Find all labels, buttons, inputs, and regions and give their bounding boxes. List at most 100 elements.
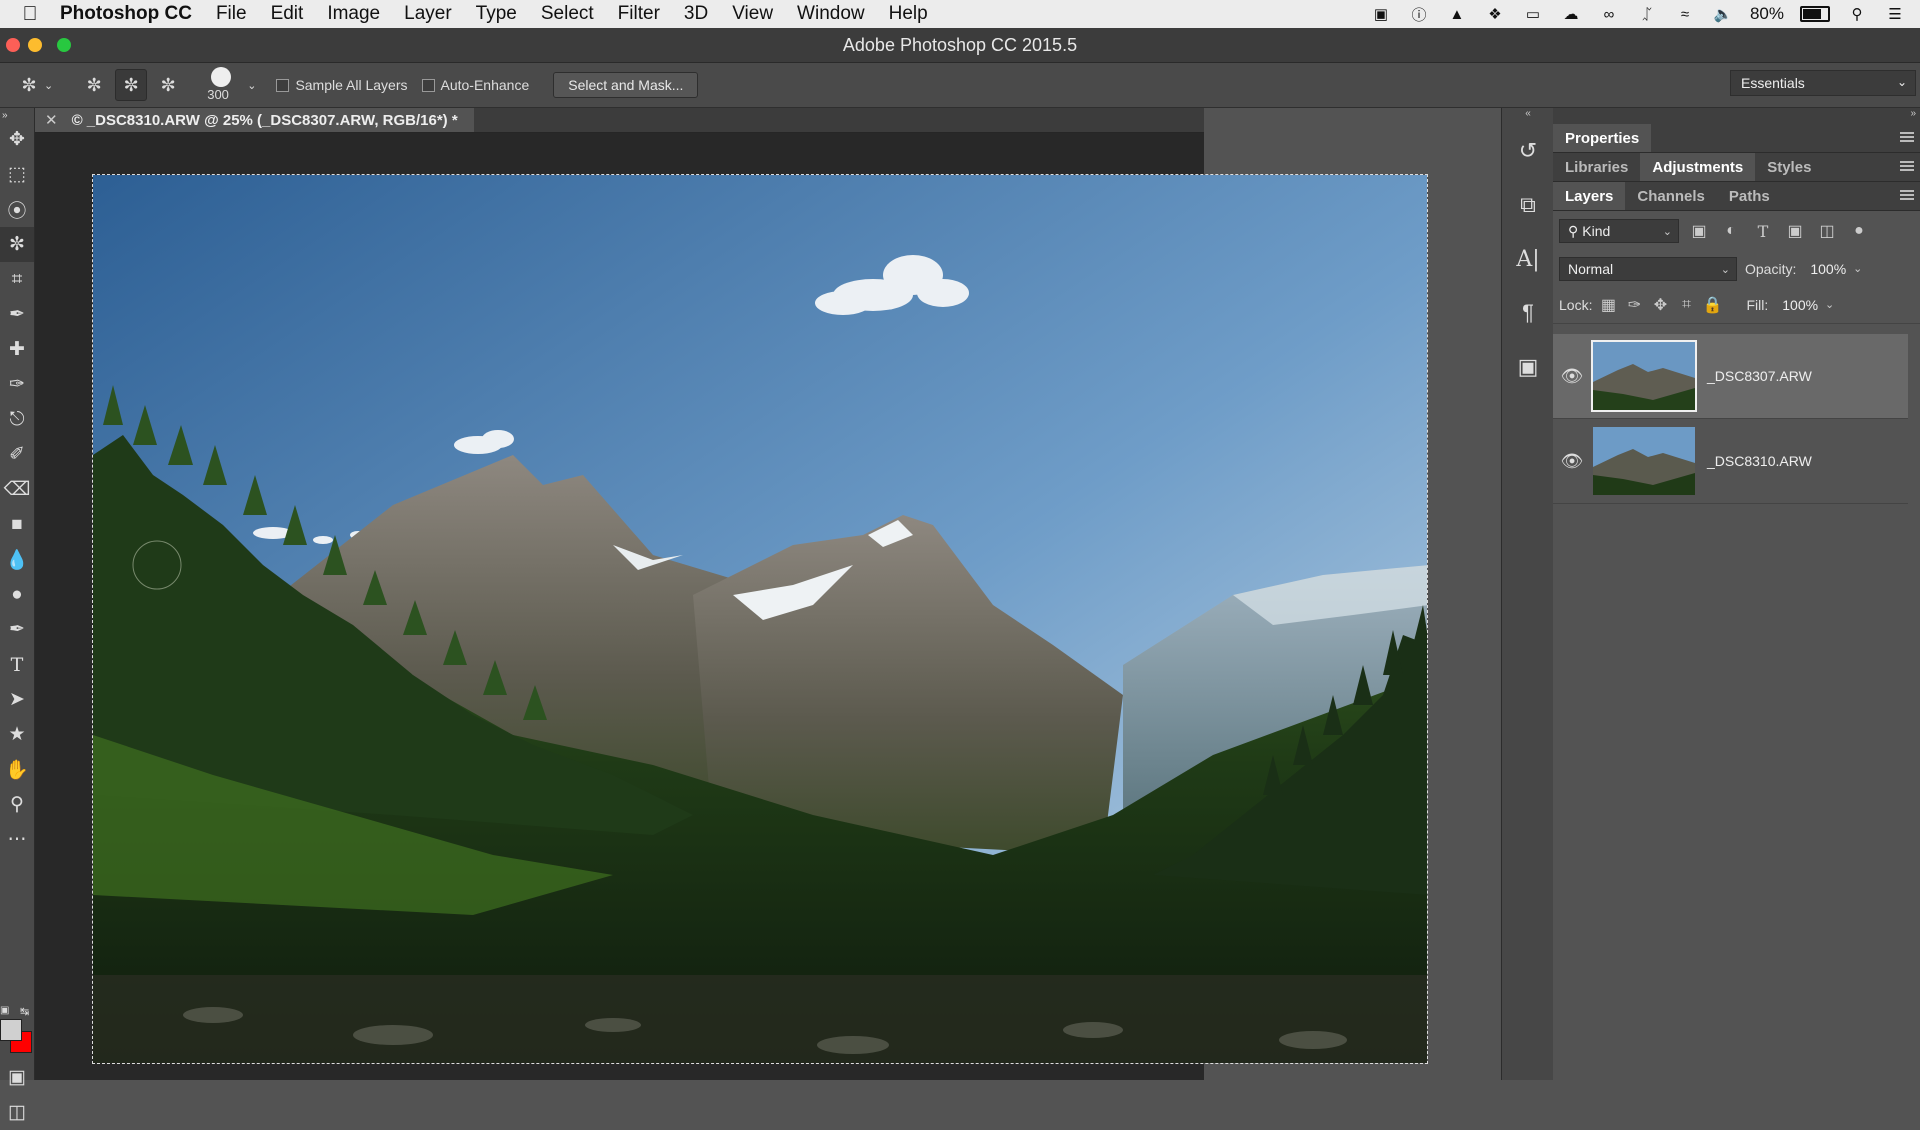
lock-transparent-pixels-icon[interactable]: ▦ — [1596, 293, 1620, 317]
evernote-icon[interactable]: ❖ — [1484, 6, 1506, 23]
chevron-down-icon[interactable]: ⌄ — [247, 79, 256, 92]
bluetooth-icon[interactable]: ᛢ — [1636, 6, 1658, 23]
shape-layer-filter-icon[interactable]: ▣ — [1783, 219, 1807, 243]
quick-mask-icon[interactable]: ▣ — [0, 1060, 34, 1095]
menu-filter[interactable]: Filter — [618, 3, 660, 25]
wifi-icon[interactable]: ≈ — [1674, 6, 1696, 23]
panel-menu-icon[interactable] — [1900, 190, 1914, 200]
tab-libraries[interactable]: Libraries — [1553, 153, 1640, 181]
eraser-tool-icon[interactable]: ⌫ — [0, 472, 34, 507]
type-tool-icon[interactable]: T — [0, 647, 34, 682]
menu-select[interactable]: Select — [541, 3, 594, 25]
history-brush-tool-icon[interactable]: ✐ — [0, 437, 34, 472]
document-tab[interactable]: ✕ © _DSC8310.ARW @ 25% (_DSC8307.ARW, RG… — [35, 108, 474, 132]
smart-object-filter-icon[interactable]: ◫ — [1815, 219, 1839, 243]
info-icon[interactable]: ⓘ — [1408, 6, 1430, 24]
tab-channels[interactable]: Channels — [1625, 182, 1717, 210]
collapse-panels-icon[interactable]: » — [1553, 108, 1920, 124]
lock-image-pixels-icon[interactable]: ✑ — [1622, 293, 1646, 317]
hand-tool-icon[interactable]: ✋ — [0, 752, 34, 787]
menu-image[interactable]: Image — [327, 3, 380, 25]
tab-layers[interactable]: Layers — [1553, 182, 1626, 210]
select-and-mask-button[interactable]: Select and Mask... — [553, 72, 699, 98]
layer-filter-select[interactable]: ⚲ Kind ⌄ — [1559, 219, 1679, 243]
image-panel-icon[interactable]: ▣ — [1502, 340, 1554, 394]
tab-styles[interactable]: Styles — [1755, 153, 1823, 181]
subtract-from-selection-icon[interactable]: ✼ — [153, 70, 183, 100]
layer-name[interactable]: _DSC8310.ARW — [1707, 453, 1812, 469]
type-layer-filter-icon[interactable]: T — [1751, 219, 1775, 243]
cloud-icon[interactable]: ☁ — [1560, 6, 1582, 23]
move-tool-icon[interactable]: ✥ — [0, 122, 34, 157]
collapse-dock-icon[interactable]: « — [1502, 108, 1554, 124]
brush-size-picker[interactable]: 300 — [201, 65, 247, 105]
tab-adjustments[interactable]: Adjustments — [1640, 153, 1756, 181]
foreground-color-swatch[interactable] — [0, 1019, 22, 1041]
minimize-window-button[interactable] — [28, 38, 42, 52]
default-colors-icon[interactable]: ▣ — [0, 1005, 9, 1016]
menu-3d[interactable]: 3D — [684, 3, 708, 25]
auto-enhance-checkbox[interactable] — [421, 78, 435, 92]
menu-file[interactable]: File — [216, 3, 247, 25]
pixel-layer-filter-icon[interactable]: ▣ — [1687, 219, 1711, 243]
menu-window[interactable]: Window — [797, 3, 865, 25]
layer-thumbnail[interactable] — [1591, 425, 1697, 497]
brush-tool-icon[interactable]: ✑ — [0, 367, 34, 402]
close-icon[interactable]: ✕ — [45, 111, 58, 129]
path-selection-tool-icon[interactable]: ➤ — [0, 682, 34, 717]
volume-icon[interactable]: 🔈 — [1712, 6, 1734, 23]
close-window-button[interactable] — [6, 38, 20, 52]
tab-paths[interactable]: Paths — [1717, 182, 1782, 210]
eye-icon[interactable]: 👁 — [1553, 451, 1591, 472]
layer-thumbnail[interactable] — [1591, 340, 1697, 412]
adjustment-layer-filter-icon[interactable]: ◐ — [1719, 219, 1743, 243]
eye-icon[interactable]: 👁 — [1553, 366, 1591, 387]
tab-properties[interactable]: Properties — [1553, 124, 1652, 152]
menu-edit[interactable]: Edit — [271, 3, 304, 25]
gradient-tool-icon[interactable]: ■ — [0, 507, 34, 542]
display-icon[interactable]: ▭ — [1522, 6, 1544, 23]
sample-all-layers-checkbox[interactable] — [276, 78, 290, 92]
opacity-input[interactable]: 100% ⌄ — [1802, 257, 1868, 281]
image-canvas[interactable] — [92, 174, 1428, 1064]
clone-stamp-tool-icon[interactable]: ⎋ — [0, 402, 34, 437]
lock-position-icon[interactable]: ✥ — [1648, 293, 1672, 317]
pen-tool-icon[interactable]: ✒ — [0, 612, 34, 647]
panel-menu-icon[interactable] — [1900, 132, 1914, 142]
apple-icon[interactable]:  — [0, 3, 60, 26]
blend-mode-select[interactable]: Normal ⌄ — [1559, 257, 1737, 281]
creative-cloud-icon[interactable]: ∞ — [1598, 6, 1620, 23]
custom-shape-tool-icon[interactable]: ★ — [0, 717, 34, 752]
menu-type[interactable]: Type — [476, 3, 517, 25]
zoom-window-button[interactable] — [57, 38, 71, 52]
history-panel-icon[interactable]: ↺ — [1502, 124, 1554, 178]
lock-all-icon[interactable]: 🔒 — [1700, 293, 1724, 317]
screen-mode-icon[interactable]: ◫ — [0, 1095, 34, 1130]
chevron-down-icon[interactable]: ⌄ — [44, 79, 53, 92]
character-panel-icon[interactable]: A| — [1502, 232, 1554, 286]
zoom-tool-icon[interactable]: ⚲ — [0, 787, 34, 822]
tool-preset-picker[interactable]: ✼ — [14, 70, 44, 100]
layer-row[interactable]: 👁 _DSC8310.ARW — [1553, 419, 1908, 504]
quick-selection-tool-icon[interactable]: ✼ — [0, 227, 34, 262]
lasso-tool-icon[interactable]: ⦿ — [0, 192, 34, 227]
lock-artboard-icon[interactable]: ⌗ — [1674, 293, 1698, 317]
camera-icon[interactable]: ▣ — [1370, 6, 1392, 23]
menu-help[interactable]: Help — [889, 3, 928, 25]
menu-layer[interactable]: Layer — [404, 3, 452, 25]
edit-toolbar-icon[interactable]: ⋯ — [0, 822, 34, 857]
search-icon[interactable]: ⚲ — [1846, 6, 1868, 23]
workspace-switcher[interactable]: Essentials ⌄ — [1730, 70, 1916, 96]
blur-tool-icon[interactable]: 💧 — [0, 542, 34, 577]
filter-toggle-icon[interactable]: ● — [1847, 219, 1871, 243]
crop-tool-icon[interactable]: ⌗ — [0, 262, 34, 297]
add-to-selection-icon[interactable]: ✼ — [115, 69, 148, 101]
panel-menu-icon[interactable] — [1900, 161, 1914, 171]
battery-icon[interactable] — [1800, 6, 1830, 22]
healing-brush-tool-icon[interactable]: ✚ — [0, 332, 34, 367]
marquee-tool-icon[interactable]: ⬚ — [0, 157, 34, 192]
new-selection-icon[interactable]: ✼ — [79, 70, 109, 100]
menu-view[interactable]: View — [732, 3, 773, 25]
paragraph-panel-icon[interactable]: ¶ — [1502, 286, 1554, 340]
drive-icon[interactable]: ▲ — [1446, 6, 1468, 23]
